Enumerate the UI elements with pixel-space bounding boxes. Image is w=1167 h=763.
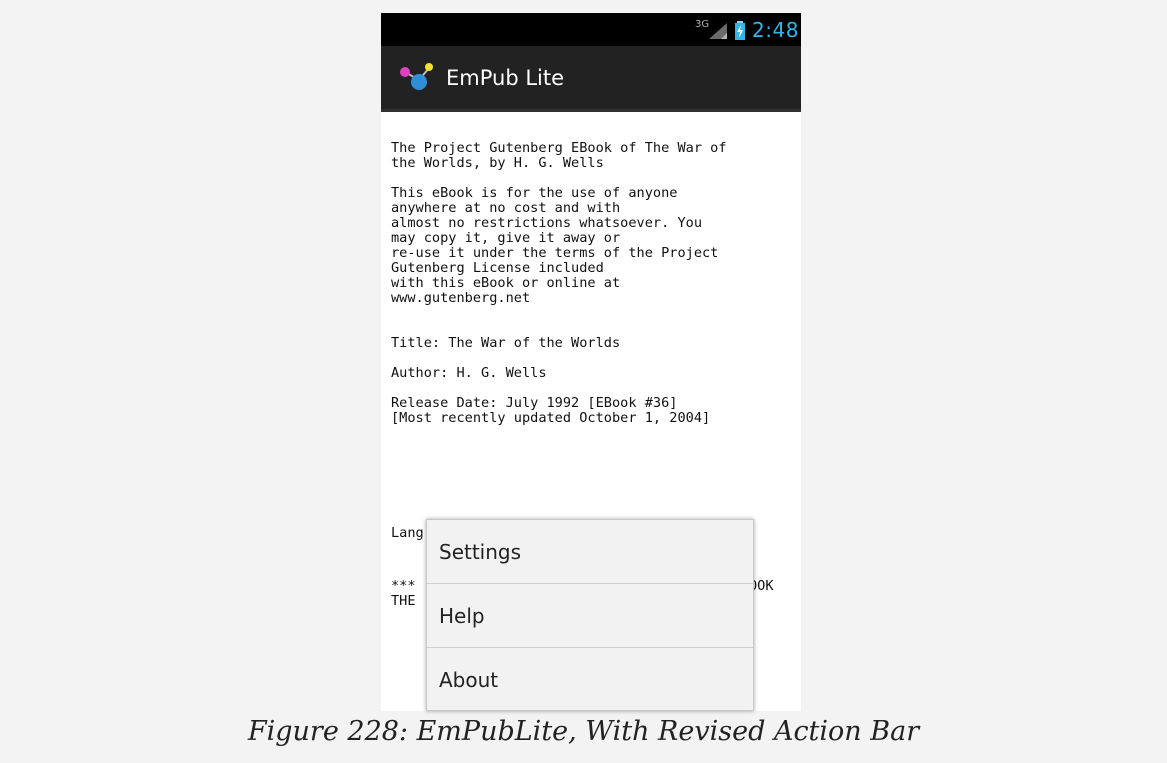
book-language-line: Lang <box>391 525 424 541</box>
page: 3G 2:48 EmPub Lite The Project Gutenberg… <box>0 0 1167 763</box>
book-license: This eBook is for the use of anyone anyw… <box>391 185 719 306</box>
menu-item-about[interactable]: About <box>427 648 753 712</box>
figure-caption: Figure 228: EmPubLite, With Revised Acti… <box>247 716 920 747</box>
menu-item-settings[interactable]: Settings <box>427 520 753 584</box>
menu-item-label: About <box>439 668 499 692</box>
menu-item-help[interactable]: Help <box>427 584 753 648</box>
book-start-marker: *** <box>391 578 416 594</box>
overflow-menu: Settings Help About <box>426 519 754 711</box>
book-intro: The Project Gutenberg EBook of The War o… <box>391 140 727 171</box>
status-clock: 2:48 <box>752 18 799 42</box>
signal-icon: 3G <box>695 19 731 41</box>
book-content: The Project Gutenberg EBook of The War o… <box>391 141 795 441</box>
app-molecule-icon[interactable] <box>397 60 439 94</box>
action-bar-title: EmPub Lite <box>446 66 565 90</box>
book-release-line: Release Date: July 1992 [EBook #36] [Mos… <box>391 395 711 426</box>
action-bar: EmPub Lite <box>381 46 801 112</box>
menu-item-label: Settings <box>439 540 522 564</box>
book-author-line: Author: H. G. Wells <box>391 365 547 381</box>
book-title-line: Title: The War of the Worlds <box>391 335 621 351</box>
battery-charging-icon <box>735 21 745 40</box>
status-bar: 3G 2:48 <box>381 13 801 46</box>
book-the-line: THE <box>391 593 416 609</box>
menu-item-label: Help <box>439 604 485 628</box>
